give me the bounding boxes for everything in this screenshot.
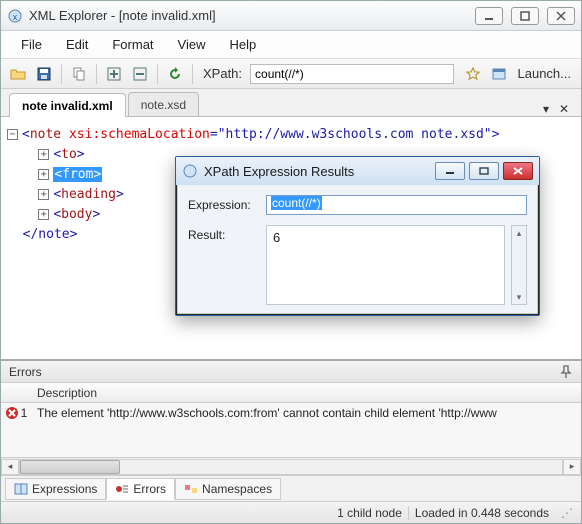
result-box[interactable]: 6	[266, 225, 505, 305]
btab-label: Expressions	[32, 482, 97, 496]
attr-value: "http://www.w3schools.com note.xsd"	[218, 127, 492, 142]
close-button[interactable]	[547, 7, 575, 25]
errors-header: Errors	[1, 361, 581, 383]
expression-input[interactable]: count(//*)	[266, 195, 527, 215]
resize-grip[interactable]: ⋰	[561, 506, 573, 520]
scroll-thumb[interactable]	[20, 460, 120, 474]
expand-icon[interactable]: +	[38, 189, 49, 200]
errors-panel: Errors Description 1 The element 'http:/…	[1, 360, 581, 475]
book-icon	[14, 482, 28, 496]
expand-icon[interactable]: +	[38, 169, 49, 180]
tab-note-invalid[interactable]: note invalid.xml	[9, 93, 126, 117]
dialog-title: XPath Expression Results	[204, 164, 435, 179]
open-button[interactable]	[7, 63, 29, 85]
titlebar: x XML Explorer - [note invalid.xml]	[1, 1, 581, 31]
separator	[157, 64, 158, 84]
separator	[192, 64, 193, 84]
selected-node: <from>	[53, 167, 102, 182]
maximize-button[interactable]	[511, 7, 539, 25]
window-title: XML Explorer - [note invalid.xml]	[29, 8, 475, 23]
btab-namespaces[interactable]: Namespaces	[175, 478, 281, 500]
window-controls	[475, 7, 575, 25]
menu-format[interactable]: Format	[102, 33, 163, 56]
error-icon	[5, 406, 19, 420]
save-button[interactable]	[33, 63, 55, 85]
svg-text:x: x	[13, 12, 18, 22]
error-list-icon	[115, 482, 129, 496]
dialog-maximize[interactable]	[469, 162, 499, 180]
xpath-label: XPath:	[203, 66, 242, 81]
refresh-button[interactable]	[164, 63, 186, 85]
launch-label[interactable]: Launch...	[518, 66, 572, 81]
statusbar: 1 child node Loaded in 0.448 seconds ⋰	[1, 501, 581, 523]
result-label: Result:	[188, 225, 260, 242]
menu-edit[interactable]: Edit	[56, 33, 98, 56]
errors-columns: Description	[1, 383, 581, 403]
error-text: The element 'http://www.w3schools.com:fr…	[31, 406, 581, 420]
xpath-input[interactable]	[250, 64, 453, 84]
btab-label: Namespaces	[202, 482, 272, 496]
expand-icon[interactable]: +	[38, 149, 49, 160]
xml-root-line[interactable]: −<note xsi:schemaLocation="http://www.w3…	[7, 125, 575, 145]
dialog-icon	[182, 163, 198, 179]
tag-note: note	[30, 127, 61, 142]
tab-close[interactable]: ✕	[557, 102, 571, 116]
expression-label: Expression:	[188, 195, 260, 212]
btab-errors[interactable]: Errors	[106, 478, 175, 500]
result-value: 6	[273, 230, 280, 245]
tab-label: note.xsd	[141, 98, 186, 112]
col-description[interactable]: Description	[31, 386, 581, 400]
namespace-icon	[184, 482, 198, 496]
scroll-right[interactable]: ▸	[563, 459, 581, 475]
scroll-track[interactable]	[19, 459, 563, 475]
dialog-minimize[interactable]	[435, 162, 465, 180]
favorite-button[interactable]	[462, 63, 484, 85]
error-row[interactable]: 1 The element 'http://www.w3schools.com:…	[1, 403, 581, 423]
copy-button[interactable]	[68, 63, 90, 85]
toolbar: XPath: Launch...	[1, 59, 581, 89]
error-num: 1	[21, 406, 28, 420]
tab-note-xsd[interactable]: note.xsd	[128, 92, 199, 116]
document-tabs: note invalid.xml note.xsd ▾ ✕	[1, 89, 581, 117]
error-badge: 1	[1, 406, 31, 420]
expand-all-button[interactable]	[103, 63, 125, 85]
xpath-results-dialog[interactable]: XPath Expression Results Expression: cou…	[175, 156, 540, 316]
menu-view[interactable]: View	[168, 33, 216, 56]
expression-value: count(//*)	[271, 196, 322, 210]
app-icon: x	[7, 8, 23, 24]
expand-icon[interactable]: +	[38, 209, 49, 220]
result-scrollbar[interactable]: ▴ ▾	[511, 225, 527, 305]
collapse-all-button[interactable]	[129, 63, 151, 85]
menu-help[interactable]: Help	[219, 33, 266, 56]
collapse-icon[interactable]: −	[7, 129, 18, 140]
errors-title: Errors	[9, 365, 42, 379]
launch-icon[interactable]	[488, 63, 510, 85]
dialog-body: Expression: count(//*) Result: 6 ▴ ▾	[176, 185, 539, 315]
status-loaded: Loaded in 0.448 seconds	[408, 506, 555, 520]
attr-schemalocation: xsi:schemaLocation	[69, 127, 210, 142]
menu-file[interactable]: File	[11, 33, 52, 56]
pin-icon[interactable]	[559, 365, 573, 379]
errors-table: Description 1 The element 'http://www.w3…	[1, 383, 581, 457]
minimize-button[interactable]	[475, 7, 503, 25]
separator	[96, 64, 97, 84]
scroll-up[interactable]: ▴	[517, 226, 522, 240]
bottom-tabs: Expressions Errors Namespaces	[1, 475, 581, 501]
scroll-down[interactable]: ▾	[517, 290, 522, 304]
dialog-controls	[435, 162, 533, 180]
status-nodes: 1 child node	[331, 506, 408, 520]
menubar: File Edit Format View Help	[1, 31, 581, 59]
btab-expressions[interactable]: Expressions	[5, 478, 106, 500]
btab-label: Errors	[133, 482, 166, 496]
h-scrollbar[interactable]: ◂ ▸	[1, 457, 581, 475]
tab-label: note invalid.xml	[22, 99, 113, 113]
scroll-left[interactable]: ◂	[1, 459, 19, 475]
dialog-titlebar[interactable]: XPath Expression Results	[176, 157, 539, 185]
separator	[61, 64, 62, 84]
tab-dropdown[interactable]: ▾	[539, 102, 553, 116]
dialog-close[interactable]	[503, 162, 533, 180]
